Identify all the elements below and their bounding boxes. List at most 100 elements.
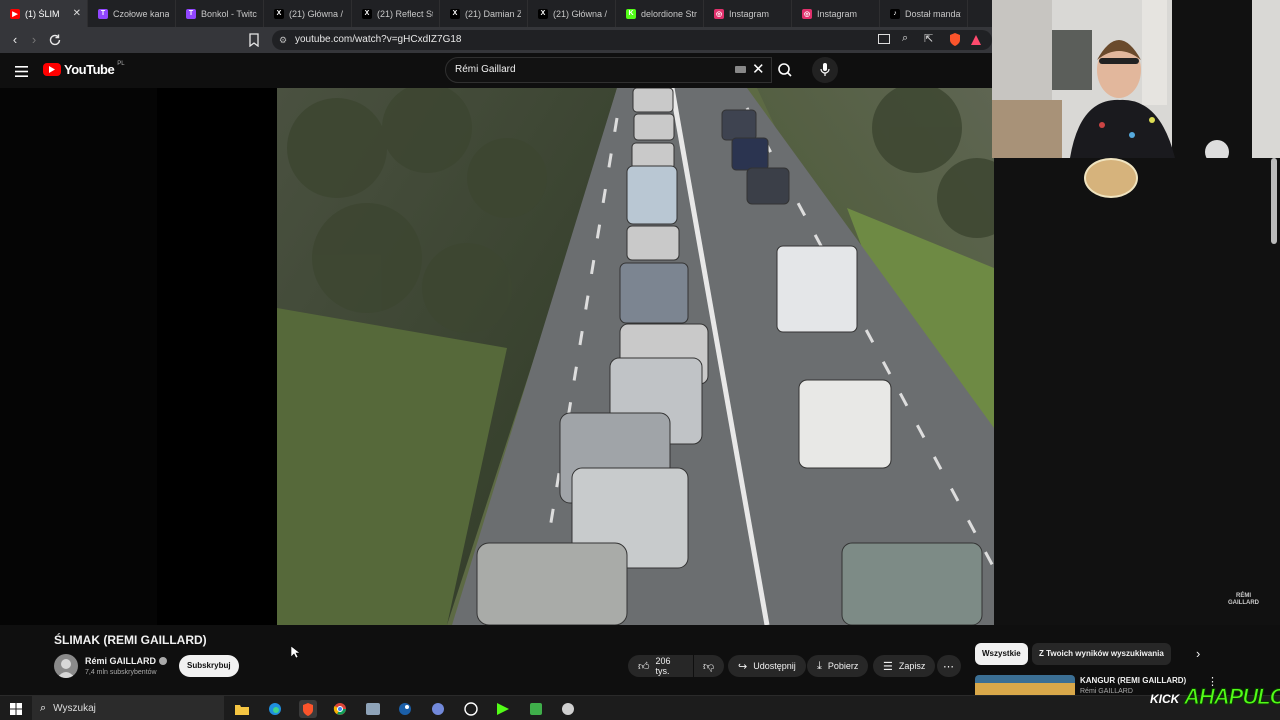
watermark-line-1: RÉMI <box>1236 593 1251 599</box>
like-count: 206 tys. <box>655 656 671 676</box>
thumbs-down-icon: 👎︎ <box>703 660 715 673</box>
tab-label: Dostał mandat <box>905 8 961 19</box>
browser-tab[interactable]: ▶ (1) ŚLIM ✕ <box>0 0 88 27</box>
search-button[interactable] <box>772 57 798 83</box>
save-button[interactable]: ☰ Zapisz <box>873 655 936 677</box>
browser-tab-bar: ▶ (1) ŚLIM ✕ T Czołowe kanały T Bonkol - Twitc… <box>0 0 992 27</box>
mouse-cursor-icon <box>290 645 301 659</box>
region-code: PL <box>117 60 125 67</box>
keyboard-icon[interactable] <box>735 66 746 73</box>
browser-tab[interactable]: ◎ Instagram <box>704 0 792 27</box>
like-button[interactable]: 👍︎ 206 tys. <box>628 655 693 677</box>
tab-label: (21) Główna / X <box>289 8 345 19</box>
cast-icon[interactable] <box>878 34 890 44</box>
back-icon[interactable]: ‹ <box>5 32 25 47</box>
tab-label: Bonkol - Twitch <box>201 8 257 19</box>
chip-from-search[interactable]: Z Twoich wyników wyszukiwania <box>1032 643 1171 665</box>
tab-label: delordione Stre <box>641 8 697 19</box>
save-label: Zapisz <box>898 661 926 671</box>
subscriber-count: 7,4 mln subskrybentów <box>85 669 157 676</box>
instagram-icon: ◎ <box>714 8 724 19</box>
browser-tab[interactable]: ◎ Instagram <box>792 0 880 27</box>
channel-name[interactable]: Rémi GAILLARD <box>85 656 168 666</box>
reload-icon[interactable] <box>47 32 63 48</box>
app-icon-1[interactable] <box>364 700 382 718</box>
download-icon: ⤓ <box>817 659 822 672</box>
share-page-icon[interactable]: ⇱ <box>924 32 933 45</box>
search-input[interactable]: Rémi Gaillard ✕ <box>445 57 772 83</box>
tab-label: (21) Damian Zu <box>465 8 521 19</box>
app-icon-2[interactable] <box>494 700 512 718</box>
x-icon: X <box>274 8 284 19</box>
dislike-button[interactable]: 👎︎ <box>694 655 724 677</box>
ahapulco-logo: AHAPULCO <box>1184 684 1280 710</box>
youtube-play-icon <box>43 63 61 76</box>
app-icon-3[interactable] <box>527 700 545 718</box>
edge-icon[interactable] <box>266 700 284 718</box>
x-icon: X <box>362 8 372 19</box>
channel-avatar[interactable] <box>54 654 78 678</box>
x-icon: X <box>450 8 460 19</box>
search-value: Rémi Gaillard <box>455 64 516 75</box>
chrome-icon[interactable] <box>331 700 349 718</box>
browser-tab[interactable]: X (21) Reflect Stu <box>352 0 440 27</box>
share-button[interactable]: ↪ Udostępnij <box>728 655 806 677</box>
clear-search-icon[interactable]: ✕ <box>752 58 765 82</box>
obs-icon[interactable] <box>462 700 480 718</box>
browser-tab[interactable]: T Bonkol - Twitch <box>176 0 264 27</box>
video-info-section: ŚLIMAK (REMI GAILLARD) Rémi GAILLARD 7,4… <box>0 625 1280 695</box>
app-icon-4[interactable] <box>559 700 577 718</box>
browser-tab[interactable]: X (21) Damian Zu <box>440 0 528 27</box>
channel-name-text: Rémi GAILLARD <box>85 656 157 666</box>
windows-taskbar: ⌕ Wyszukaj <box>0 695 1280 720</box>
share-icon: ↪ <box>738 660 748 673</box>
brave-icon[interactable] <box>299 700 317 718</box>
tab-label: (21) Główna / X <box>553 8 609 19</box>
recommended-thumbnail[interactable] <box>975 675 1075 695</box>
browser-tab[interactable]: Kdelordione Stre <box>616 0 704 27</box>
youtube-logo-text: YouTube <box>64 62 115 77</box>
site-settings-icon[interactable]: ⚙ <box>279 30 287 50</box>
tab-label: Czołowe kanały <box>113 8 169 19</box>
windows-start-icon[interactable] <box>10 702 22 715</box>
kick-label: KICK <box>1150 692 1180 706</box>
microphone-icon <box>820 63 830 76</box>
brave-shield-icon[interactable] <box>948 32 962 47</box>
taskbar-search[interactable]: ⌕ Wyszukaj <box>32 696 224 720</box>
youtube-logo[interactable]: YouTube PL <box>43 60 125 77</box>
file-explorer-icon[interactable] <box>233 700 251 718</box>
browser-tab[interactable]: ♪ Dostał mandat <box>880 0 968 27</box>
search-icon: ⌕ <box>40 701 47 714</box>
zoom-icon[interactable]: ⌕ <box>902 32 908 45</box>
video-frame[interactable] <box>277 88 994 625</box>
chip-all[interactable]: Wszystkie <box>975 643 1028 665</box>
url-text: youtube.com/watch?v=gHCxdIZ7G18 <box>295 34 462 45</box>
forward-icon[interactable]: › <box>24 32 44 47</box>
browser-tab[interactable]: X (21) Główna / X <box>528 0 616 27</box>
kick-icon: K <box>626 8 636 19</box>
steam-icon[interactable] <box>396 700 414 718</box>
video-watermark: RÉMI GAILLARD <box>1228 593 1259 607</box>
menu-icon[interactable] <box>15 64 28 77</box>
share-label: Udostępnij <box>753 661 796 671</box>
recommended-title[interactable]: KANGUR (REMI GAILLARD) <box>1080 676 1186 685</box>
tab-label: Instagram <box>729 8 770 19</box>
chevron-right-icon[interactable]: › <box>1196 646 1200 661</box>
close-tab-icon[interactable]: ✕ <box>73 8 81 19</box>
more-actions-button[interactable]: ⋯ <box>937 655 961 677</box>
bookmark-icon[interactable] <box>248 33 260 48</box>
twitch-icon: T <box>186 8 196 19</box>
more-icon: ⋯ <box>943 660 954 673</box>
tab-label: Instagram <box>817 8 858 19</box>
tab-label: (1) ŚLIM <box>25 8 60 19</box>
browser-tab[interactable]: X (21) Główna / X <box>264 0 352 27</box>
subscribe-button[interactable]: Subskrybuj <box>179 655 239 677</box>
streamer-webcam <box>992 0 1280 158</box>
voice-search-button[interactable] <box>812 57 838 83</box>
discord-icon[interactable] <box>429 700 447 718</box>
browser-tab[interactable]: T Czołowe kanały <box>88 0 176 27</box>
brave-rewards-icon[interactable] <box>970 33 982 45</box>
tiktok-icon: ♪ <box>890 8 900 19</box>
download-button[interactable]: ⤓ Pobierz <box>807 655 869 677</box>
scrollbar[interactable] <box>1271 158 1277 244</box>
